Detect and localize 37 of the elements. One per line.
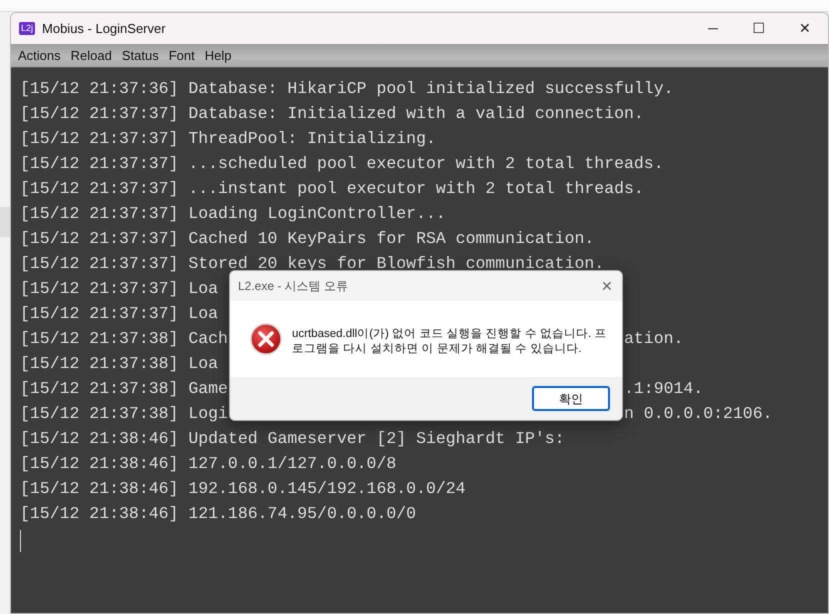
text-cursor [20, 530, 21, 552]
log-line: [15/12 21:37:37] Stored 20 keys for Blowfish communication. [20, 254, 604, 273]
log-line: [15/12 21:37:37] ...instant pool executor with 2 total threads. [20, 179, 644, 198]
menu-item[interactable]: Font [168, 46, 196, 66]
log-line: [15/12 21:37:37] Loading LoginController... [20, 204, 446, 223]
log-line-fragment: ation. [624, 328, 684, 350]
window-title: Mobius - LoginServer [42, 20, 166, 38]
log-line: [15/12 21:37:36] Database: HikariCP pool initialized successfully. [20, 79, 674, 98]
log-line: [15/12 21:38:46] 121.186.74.95/0.0.0.0/0 [20, 504, 416, 523]
dialog-title: L2.exe - 시스템 오류 [238, 278, 348, 295]
log-line: [15/12 21:38:46] 127.0.0.1/127.0.0.0/8 [20, 454, 396, 473]
log-line: [15/12 21:37:37] Loa [20, 279, 218, 298]
error-message: ucrtbased.dll이(가) 없어 코드 실행을 진행할 수 없습니다. 프로그램을 다시 설치하면 이 문제가 해결될 수 있습니다. [292, 327, 608, 357]
log-line: [15/12 21:37:37] ...scheduled pool executor with 2 total threads. [20, 154, 664, 173]
log-line: [15/12 21:37:37] Database: Initialized with a valid connection. [20, 104, 644, 123]
log-line-fragment: n 0.0.0.0:2106. [624, 403, 773, 425]
minimize-button[interactable]: ─ [690, 13, 736, 44]
close-button[interactable]: ✕ [592, 271, 622, 301]
log-line: [15/12 21:37:37] Cached 10 KeyPairs for RSA communication. [20, 229, 594, 248]
log-line: [15/12 21:37:38] Loa [20, 354, 218, 373]
log-line: [15/12 21:38:46] Updated Gameserver [2] Sieghardt IP's: [20, 429, 565, 448]
close-button[interactable]: ✕ [782, 13, 828, 44]
ok-button[interactable]: 확인 [533, 387, 609, 410]
menu-item[interactable]: Reload [70, 46, 113, 66]
app-icon: L2j [19, 22, 36, 35]
log-line: [15/12 21:37:38] Game [20, 379, 228, 398]
maximize-button[interactable]: ☐ [736, 13, 782, 44]
log-line: [15/12 21:37:38] Cach [20, 329, 228, 348]
menu-item[interactable]: Help [204, 46, 232, 66]
menu-item[interactable]: Status [120, 46, 160, 66]
log-line-fragment: .1:9014. [624, 378, 704, 400]
log-line: [15/12 21:37:37] ThreadPool: Initializing. [20, 129, 436, 148]
error-icon [250, 323, 282, 355]
log-line: [15/12 21:37:37] Loa [20, 304, 218, 323]
log-line: [15/12 21:38:46] 192.168.0.145/192.168.0.0/24 [20, 479, 466, 498]
log-line: [15/12 21:37:38] Logi [20, 404, 228, 423]
menu-item[interactable]: Actions [17, 46, 62, 66]
